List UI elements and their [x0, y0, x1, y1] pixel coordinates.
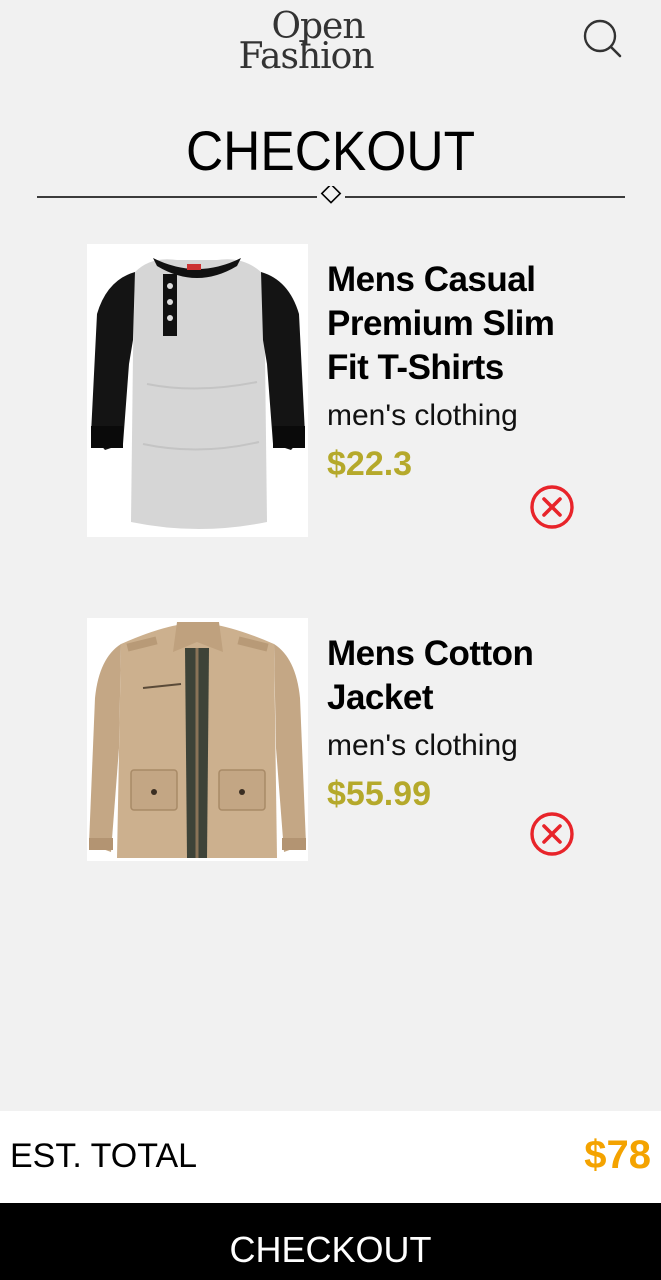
cart-item: Mens Cotton Jacket men's clothing $55.99	[87, 618, 587, 862]
cart-item-info: Mens Cotton Jacket men's clothing $55.99	[327, 618, 577, 816]
total-value: $78	[584, 1133, 651, 1177]
checkout-button[interactable]: CHECKOUT	[0, 1203, 661, 1280]
item-category: men's clothing	[327, 399, 518, 432]
total-label: EST. TOTAL	[10, 1137, 198, 1175]
item-category: men's clothing	[327, 729, 518, 762]
item-name[interactable]: Mens Cotton Jacket	[327, 632, 577, 720]
remove-item-button[interactable]	[529, 811, 575, 857]
remove-item-button[interactable]	[529, 484, 575, 530]
close-circle-icon	[530, 485, 574, 529]
logo-line-2: Fashion	[238, 36, 374, 77]
brand-logo[interactable]: Open Fashion	[226, 9, 392, 82]
search-button[interactable]	[578, 14, 626, 62]
search-icon	[583, 19, 622, 58]
total-bar: EST. TOTAL $78	[0, 1111, 661, 1203]
item-price: $22.3	[327, 445, 413, 483]
cart-item-info: Mens Casual Premium Slim Fit T-Shirts me…	[327, 244, 577, 486]
title-divider	[37, 186, 625, 204]
item-name[interactable]: Mens Casual Premium Slim Fit T-Shirts	[327, 258, 577, 390]
close-circle-icon	[530, 812, 574, 856]
page-title: CHECKOUT	[185, 119, 476, 182]
cart-item: Mens Casual Premium Slim Fit T-Shirts me…	[87, 244, 587, 538]
item-price: $55.99	[327, 775, 431, 813]
khaki-cotton-jacket-image[interactable]	[87, 618, 308, 861]
app-header: Open Fashion	[0, 0, 661, 100]
raglan-henley-tshirt-image[interactable]	[87, 244, 308, 537]
